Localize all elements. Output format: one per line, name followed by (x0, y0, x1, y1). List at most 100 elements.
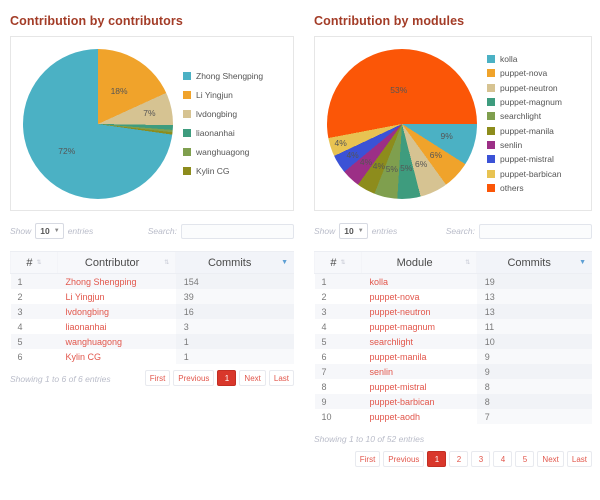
entries-select-value: 10 (40, 226, 50, 236)
table-row: 1 kolla 19 (314, 273, 592, 289)
pagination-button-next[interactable]: Next (537, 451, 564, 467)
cell-name[interactable]: lvdongbing (57, 304, 176, 319)
cell-commits: 13 (476, 304, 592, 319)
column-header-commits[interactable]: Commits ▼ (175, 251, 294, 274)
legend-swatch-icon (487, 155, 495, 164)
legend-item[interactable]: searchlight (487, 111, 562, 121)
pagination-button-1[interactable]: 1 (427, 451, 447, 467)
column-header-index[interactable]: # ⇅ (10, 251, 58, 274)
legend-item[interactable]: Zhong Shengping (183, 71, 263, 81)
cell-commits: 8 (476, 394, 592, 409)
legend-swatch-icon (183, 167, 191, 175)
pagination-button-2[interactable]: 2 (449, 451, 469, 467)
column-header-contributor-label: Contributor (84, 256, 140, 269)
pagination-button-next[interactable]: Next (239, 370, 266, 386)
table-row: 3 lvdongbing 16 (10, 304, 294, 319)
legend-item[interactable]: senlin (487, 140, 562, 150)
cell-name[interactable]: Li Yingjun (57, 289, 176, 304)
cell-name[interactable]: puppet-manila (361, 349, 477, 364)
modules-pagination: First Previous 1 2 3 4 5 Next Last (354, 451, 592, 467)
pagination-button-previous[interactable]: Previous (383, 451, 425, 467)
contributors-table-body: 1 Zhong Shengping 154 2 Li Yingjun 39 3 lvdongb… (10, 273, 294, 364)
pagination-button-previous[interactable]: Previous (173, 370, 215, 386)
legend-item[interactable]: puppet-magnum (487, 97, 562, 107)
legend-item[interactable]: liaonanhai (183, 128, 263, 138)
legend-item[interactable]: Kylin CG (183, 166, 263, 176)
legend-swatch-icon (487, 112, 495, 121)
entries-suffix-label: entries (371, 226, 398, 236)
table-row: 6 puppet-manila 9 (314, 349, 592, 364)
column-header-commits[interactable]: Commits ▼ (476, 251, 592, 274)
cell-name[interactable]: puppet-nova (361, 289, 477, 304)
pagination-button-first[interactable]: First (354, 451, 381, 467)
legend-swatch-icon (183, 110, 191, 118)
search-input[interactable] (181, 223, 294, 239)
cell-commits: 9 (476, 364, 592, 379)
legend-item[interactable]: wanghuagong (183, 147, 263, 157)
legend-item-label: searchlight (500, 111, 542, 122)
cell-commits: 39 (175, 289, 294, 304)
modules-search: Search: (446, 223, 592, 239)
legend-item[interactable]: lvdongbing (183, 109, 263, 119)
contributors-legend: Zhong Shengping Li Yingjun lvdongbing liaon… (183, 67, 263, 181)
sort-icon: ⇅ (340, 259, 346, 266)
cell-name[interactable]: wanghuagong (57, 334, 176, 349)
column-header-module[interactable]: Module ⇅ (360, 251, 477, 274)
entries-select[interactable]: 10 ▼ (339, 223, 368, 239)
pagination-button-last[interactable]: Last (566, 451, 592, 467)
legend-item-label: lvdongbing (196, 109, 238, 119)
cell-index: 2 (10, 289, 58, 304)
modules-pie-chart[interactable] (327, 48, 477, 199)
legend-item[interactable]: kolla (487, 54, 562, 64)
legend-item-label: kolla (500, 53, 518, 64)
cell-commits: 13 (476, 289, 592, 304)
cell-index: 1 (10, 273, 58, 289)
cell-name[interactable]: Kylin CG (57, 349, 176, 364)
pagination-button-1[interactable]: 1 (217, 370, 237, 386)
cell-name[interactable]: searchlight (361, 334, 477, 349)
legend-swatch-icon (183, 91, 191, 99)
modules-pie-wrap: 9% 6% 6% 5% 5% 4% 4% 4% 4% 53% (327, 48, 477, 199)
legend-item[interactable]: puppet-neutron (487, 83, 562, 93)
cell-commits: 7 (476, 409, 592, 424)
entries-select[interactable]: 10 ▼ (35, 223, 64, 239)
pagination-button-5[interactable]: 5 (515, 451, 535, 467)
cell-name[interactable]: senlin (361, 364, 477, 379)
contributors-pie-chart[interactable] (23, 48, 173, 199)
page-title-modules: Contribution by modules (314, 14, 465, 28)
cell-name[interactable]: kolla (361, 273, 477, 289)
cell-name[interactable]: Zhong Shengping (57, 273, 176, 289)
modules-panel: Contribution by modules 9% 6% 6% 5% 5% 4% 4% 4%… (300, 0, 600, 500)
pagination-button-first[interactable]: First (144, 370, 171, 386)
column-header-index[interactable]: # ⇅ (314, 251, 362, 274)
legend-item[interactable]: puppet-barbican (487, 169, 562, 179)
legend-item[interactable]: puppet-mistral (487, 154, 562, 164)
legend-item-label: Zhong Shengping (196, 71, 264, 81)
sort-icon: ⇅ (164, 259, 170, 266)
search-input[interactable] (479, 223, 592, 239)
legend-item[interactable]: puppet-manila (487, 126, 562, 136)
cell-commits: 16 (175, 304, 294, 319)
cell-name[interactable]: puppet-neutron (361, 304, 477, 319)
legend-item[interactable]: puppet-nova (487, 68, 562, 78)
legend-item[interactable]: Li Yingjun (183, 90, 263, 100)
cell-commits: 3 (175, 319, 294, 334)
search-label: Search: (147, 226, 177, 236)
legend-item[interactable]: others (487, 183, 562, 193)
table-row: 9 puppet-barbican 8 (314, 394, 592, 409)
cell-name[interactable]: puppet-magnum (361, 319, 477, 334)
sort-icon: ⇅ (36, 259, 42, 266)
cell-name[interactable]: puppet-barbican (361, 394, 477, 409)
pagination-button-4[interactable]: 4 (493, 451, 513, 467)
cell-name[interactable]: puppet-mistral (361, 379, 477, 394)
cell-index: 4 (10, 319, 58, 334)
pagination-button-last[interactable]: Last (268, 370, 294, 386)
cell-index: 7 (314, 364, 362, 379)
modules-table-body: 1 kolla 19 2 puppet-nova 13 3 puppet-neutron 13 4… (314, 273, 592, 424)
column-header-contributor[interactable]: Contributor ⇅ (56, 251, 176, 274)
cell-index: 6 (314, 349, 362, 364)
contributors-chart-card: 18% 7% 72% Zhong Shengping Li Yingjun lvdong… (10, 36, 294, 211)
cell-name[interactable]: puppet-aodh (361, 409, 477, 424)
pagination-button-3[interactable]: 3 (471, 451, 491, 467)
cell-name[interactable]: liaonanhai (57, 319, 176, 334)
